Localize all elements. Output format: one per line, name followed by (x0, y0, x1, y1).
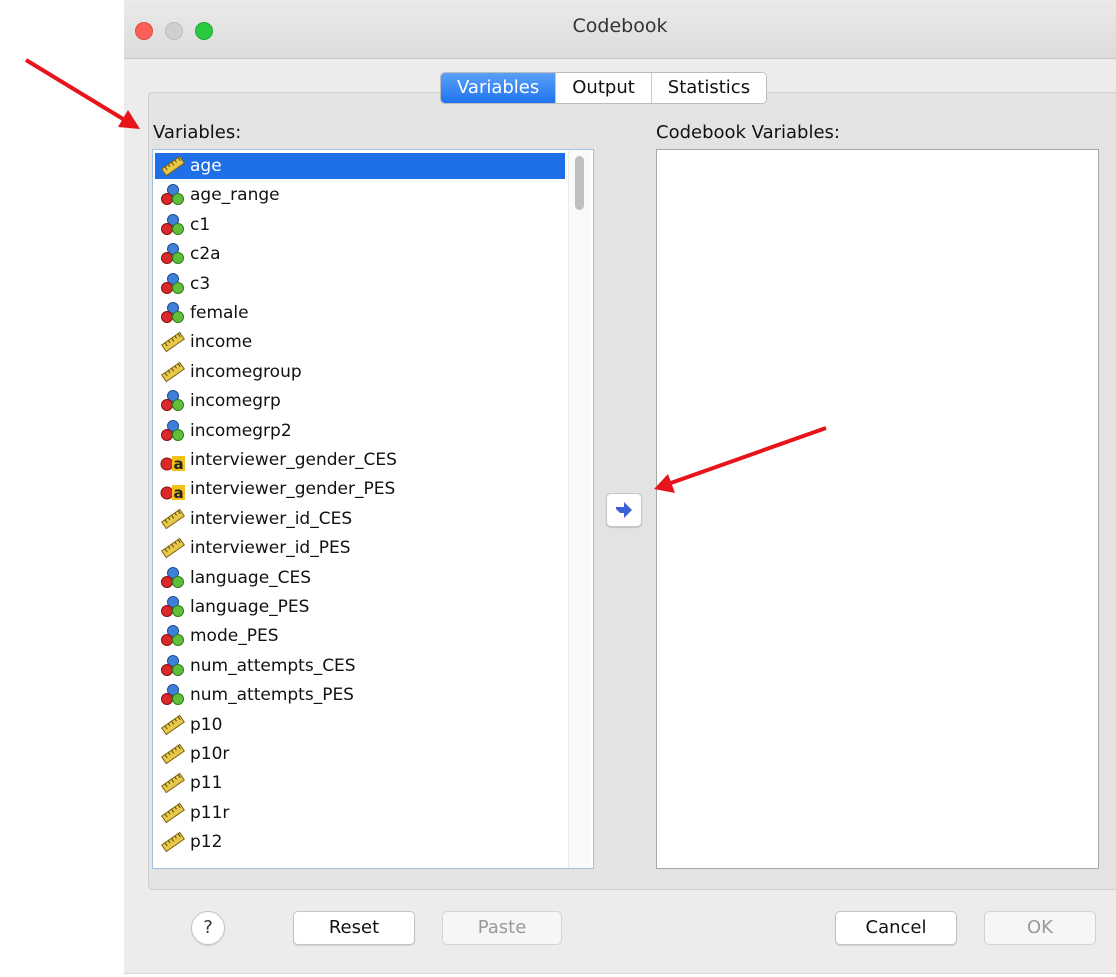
variable-name: interviewer_gender_PES (190, 479, 396, 500)
variable-item[interactable]: c2a (155, 241, 565, 267)
cancel-button[interactable]: Cancel (835, 911, 957, 945)
variable-name: incomegrp (190, 391, 281, 412)
variable-item[interactable]: num_attempts_CES (155, 653, 565, 679)
variable-name: interviewer_id_CES (190, 508, 353, 529)
variable-name: p11 (190, 773, 223, 794)
variable-name: interviewer_gender_CES (190, 450, 397, 470)
title-bar: Codebook (124, 0, 1116, 59)
variables-list[interactable]: age age_range c1 c2a c3 female income incomegro… (152, 149, 594, 869)
variable-name: p10r (190, 744, 230, 764)
variable-item[interactable]: income (155, 329, 565, 355)
scale-ruler-icon (160, 801, 186, 825)
variable-item[interactable]: incomegrp2 (155, 418, 565, 444)
nominal-variable-icon (160, 566, 186, 590)
variable-name: p12 (190, 832, 223, 853)
variable-name: language_PES (190, 597, 310, 617)
variable-name: incomegroup (190, 361, 302, 382)
variable-name: p11r (190, 802, 230, 823)
variable-name: incomegrp2 (190, 420, 292, 441)
nominal-variable-icon (160, 301, 186, 325)
variable-name: c3 (190, 273, 211, 294)
variable-item[interactable]: language_CES (155, 565, 565, 591)
variable-item[interactable]: interviewer_id_CES (155, 506, 565, 532)
variable-name: num_attempts_PES (190, 685, 354, 706)
variable-name: age (190, 156, 222, 176)
variable-item[interactable]: p10r (155, 741, 565, 767)
codebook-dialog: Codebook Variables Output Statistics Var… (124, 0, 1116, 974)
variable-item[interactable]: incomegroup (155, 359, 565, 385)
svg-text:a: a (173, 484, 183, 501)
variable-item[interactable]: interviewer_id_PES (155, 535, 565, 561)
variable-item[interactable]: p11r (155, 800, 565, 826)
variable-item[interactable]: a interviewer_gender_CES (155, 447, 565, 473)
scale-ruler-icon (160, 536, 186, 560)
scale-ruler-icon (160, 360, 186, 384)
variable-item[interactable]: language_PES (155, 594, 565, 620)
nominal-variable-icon (160, 183, 186, 207)
scale-ruler-icon (160, 330, 186, 354)
variable-item[interactable]: p11 (155, 770, 565, 796)
scale-ruler-icon (160, 154, 186, 178)
reset-button[interactable]: Reset (293, 911, 415, 945)
annotation-arrow-variables (24, 58, 140, 129)
nominal-variable-icon (160, 624, 186, 648)
variables-label: Variables: (153, 122, 242, 143)
variable-name: c2a (190, 244, 221, 265)
variable-item[interactable]: p12 (155, 829, 565, 855)
variable-name: language_CES (190, 567, 312, 588)
codebook-variables-list[interactable] (656, 149, 1099, 869)
string-variable-icon: a (160, 448, 186, 473)
svg-text:a: a (173, 455, 183, 472)
string-variable-icon: a (160, 477, 186, 502)
nominal-variable-icon (160, 242, 186, 266)
window-title: Codebook (572, 15, 668, 37)
variable-name: income (190, 332, 253, 353)
variable-name: c1 (190, 214, 211, 235)
variables-scrollbar[interactable] (568, 150, 591, 868)
ok-button[interactable]: OK (984, 911, 1096, 945)
tab-statistics[interactable]: Statistics (651, 73, 767, 103)
variable-name: p10 (190, 714, 223, 735)
variable-name: num_attempts_CES (190, 655, 356, 676)
nominal-variable-icon (160, 213, 186, 237)
scale-ruler-icon (160, 507, 186, 531)
variable-item[interactable]: age_range (155, 182, 565, 208)
nominal-variable-icon (160, 654, 186, 678)
variable-name: age_range (190, 185, 280, 206)
tab-bar: Variables Output Statistics (440, 72, 768, 104)
scale-ruler-icon (160, 771, 186, 795)
variable-item[interactable]: a interviewer_gender_PES (155, 476, 565, 502)
variable-item[interactable]: num_attempts_PES (155, 682, 565, 708)
scale-ruler-icon (160, 713, 186, 737)
variable-name: interviewer_id_PES (190, 538, 351, 559)
nominal-variable-icon (160, 419, 186, 443)
scroll-thumb[interactable] (575, 156, 584, 210)
nominal-variable-icon (160, 389, 186, 413)
nominal-variable-icon (160, 683, 186, 707)
nominal-variable-icon (160, 595, 186, 619)
arrow-right-icon (616, 502, 632, 518)
variable-item[interactable]: c1 (155, 212, 565, 238)
variable-item[interactable]: mode_PES (155, 623, 565, 649)
scale-ruler-icon (160, 742, 186, 766)
variable-item[interactable]: age (155, 153, 565, 179)
variable-item[interactable]: incomegrp (155, 388, 565, 414)
variable-item[interactable]: c3 (155, 271, 565, 297)
nominal-variable-icon (160, 272, 186, 296)
scale-ruler-icon (160, 830, 186, 854)
variable-item[interactable]: p10 (155, 712, 565, 738)
tab-variables[interactable]: Variables (441, 73, 557, 103)
move-to-codebook-button[interactable] (606, 493, 642, 527)
paste-button[interactable]: Paste (442, 911, 562, 945)
tab-output[interactable]: Output (556, 73, 652, 103)
variable-item[interactable]: female (155, 300, 565, 326)
variable-name: female (190, 303, 249, 323)
variable-name: mode_PES (190, 626, 279, 647)
help-button[interactable]: ? (191, 911, 225, 945)
codebook-variables-label: Codebook Variables: (656, 122, 840, 143)
